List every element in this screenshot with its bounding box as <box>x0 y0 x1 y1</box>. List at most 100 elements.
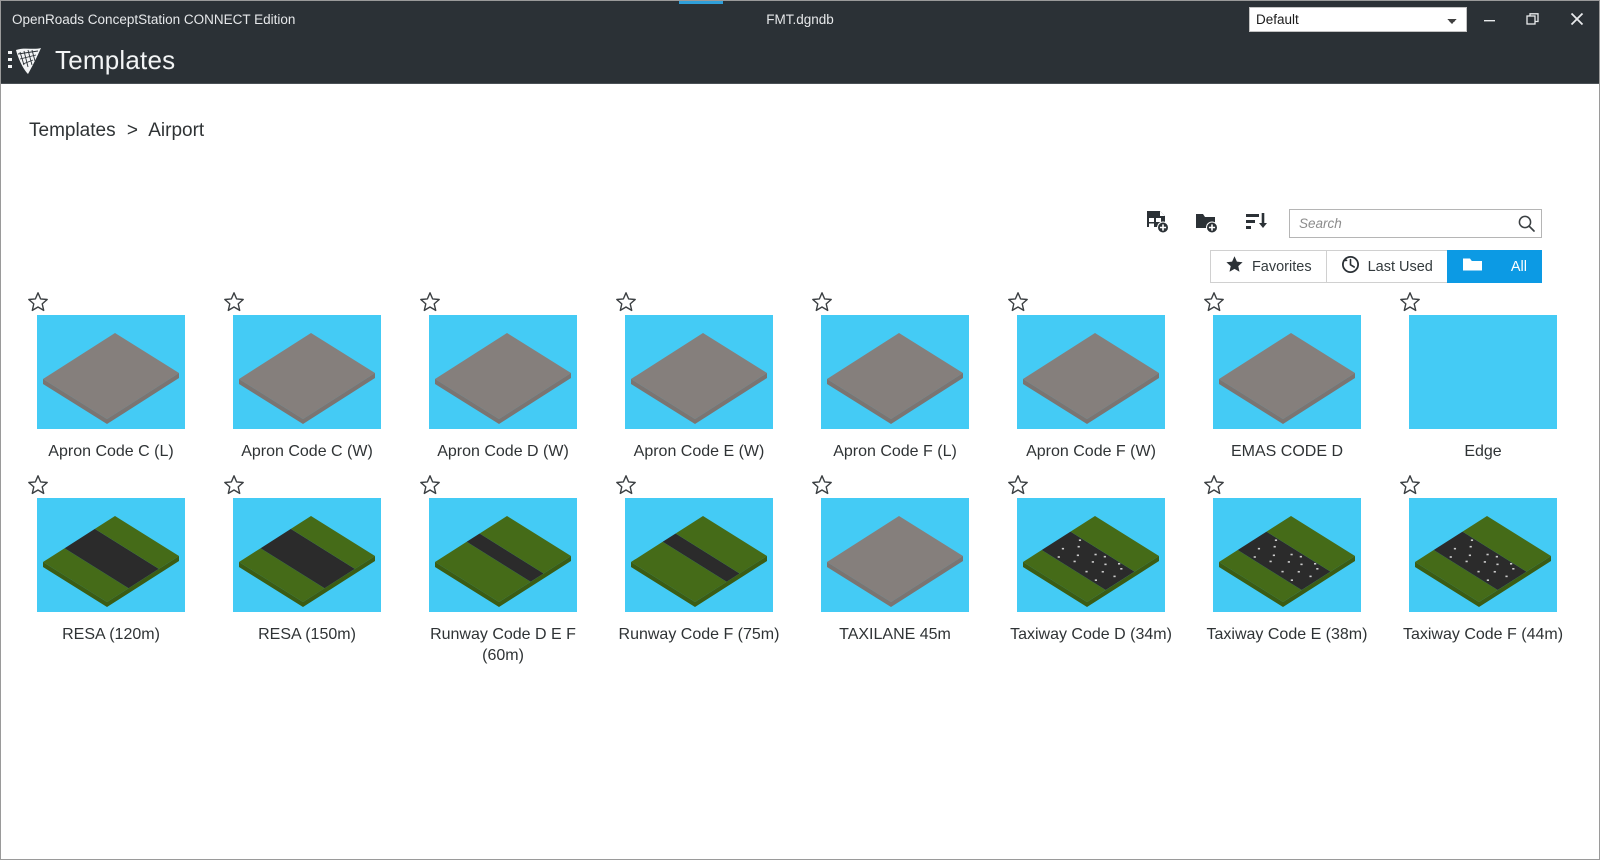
template-thumbnail[interactable] <box>1017 315 1165 429</box>
favorite-star-icon[interactable] <box>221 289 393 315</box>
favorite-star-icon[interactable] <box>1397 472 1569 498</box>
template-tile-label: EMAS CODE D <box>1230 443 1343 460</box>
template-tile[interactable]: RESA (150m) <box>221 472 393 666</box>
favorite-star-icon[interactable] <box>417 289 589 315</box>
title-bar: OpenRoads ConceptStation CONNECT Edition… <box>1 1 1599 37</box>
template-tile[interactable]: Taxiway Code D (34m) <box>1005 472 1177 666</box>
favorite-star-icon[interactable] <box>809 289 981 315</box>
page-title: Templates <box>55 44 176 75</box>
template-tile-label: TAXILANE 45m <box>839 626 951 643</box>
template-tile[interactable]: Apron Code C (W) <box>221 289 393 462</box>
template-tile-label: Runway Code D E F (60m) <box>430 626 576 664</box>
filter-favorites-label: Favorites <box>1251 258 1312 275</box>
folder-icon <box>1462 255 1483 278</box>
new-folder-icon[interactable] <box>1193 208 1221 236</box>
new-template-icon[interactable] <box>1143 208 1171 236</box>
template-thumbnail[interactable] <box>821 498 969 612</box>
favorite-star-icon[interactable] <box>1397 289 1569 315</box>
template-tile[interactable]: TAXILANE 45m <box>809 472 981 666</box>
template-thumbnail[interactable] <box>37 315 185 429</box>
template-thumbnail[interactable] <box>429 315 577 429</box>
favorite-star-icon[interactable] <box>1201 289 1373 315</box>
template-tile[interactable]: Edge <box>1397 289 1569 462</box>
minimize-button[interactable] <box>1467 1 1511 37</box>
content-area: Templates > Airport Search Favorites Las… <box>1 84 1599 858</box>
template-flag-icon <box>5 42 47 78</box>
application-name: OpenRoads ConceptStation CONNECT Edition <box>12 11 296 27</box>
template-tile-grid: Apron Code C (L) Apron Code C (W) Apron Co… <box>1 289 1599 676</box>
template-thumbnail[interactable] <box>37 498 185 612</box>
favorite-star-icon[interactable] <box>25 472 197 498</box>
template-tile-label: Taxiway Code E (38m) <box>1206 626 1368 643</box>
filter-last-used-button[interactable]: Last Used <box>1325 250 1447 283</box>
history-clock-icon <box>1341 255 1360 278</box>
filter-favorites-button[interactable]: Favorites <box>1209 250 1326 283</box>
application-window: OpenRoads ConceptStation CONNECT Edition… <box>0 0 1600 860</box>
template-tile[interactable]: EMAS CODE D <box>1201 289 1373 462</box>
search-box[interactable] <box>1289 209 1542 238</box>
template-tile-label: Apron Code C (L) <box>48 443 174 460</box>
template-thumbnail[interactable] <box>233 315 381 429</box>
favorite-star-icon[interactable] <box>1005 289 1177 315</box>
template-thumbnail[interactable] <box>1017 498 1165 612</box>
favorite-star-icon[interactable] <box>809 472 981 498</box>
breadcrumb-current[interactable]: Airport <box>148 120 204 141</box>
template-tile-label: Apron Code F (L) <box>833 443 957 460</box>
template-tile-label: Taxiway Code F (44m) <box>1402 626 1564 643</box>
template-tile[interactable]: RESA (120m) <box>25 472 197 666</box>
template-thumbnail[interactable] <box>1213 498 1361 612</box>
restore-icon <box>1526 12 1540 26</box>
template-tile[interactable]: Apron Code F (L) <box>809 289 981 462</box>
breadcrumb-separator: > <box>126 120 138 141</box>
close-button[interactable] <box>1555 1 1599 37</box>
favorite-star-icon[interactable] <box>613 289 785 315</box>
template-thumbnail[interactable] <box>429 498 577 612</box>
favorite-star-icon[interactable] <box>1005 472 1177 498</box>
sort-descending-icon[interactable] <box>1243 208 1271 236</box>
template-tile-label: Apron Code F (W) <box>1026 443 1156 460</box>
template-tile[interactable]: Apron Code E (W) <box>613 289 785 462</box>
page-header-bar: Templates <box>1 37 1599 84</box>
template-thumbnail[interactable] <box>821 315 969 429</box>
template-tile[interactable]: Runway Code F (75m) <box>613 472 785 666</box>
search-input[interactable] <box>1290 215 1511 232</box>
favorite-star-icon[interactable] <box>221 472 393 498</box>
favorite-star-icon[interactable] <box>25 289 197 315</box>
template-thumbnail[interactable] <box>1409 315 1557 429</box>
template-thumbnail[interactable] <box>625 315 773 429</box>
template-tile[interactable]: Apron Code D (W) <box>417 289 589 462</box>
template-tile-label: Apron Code C (W) <box>241 443 373 460</box>
close-icon <box>1570 12 1584 26</box>
template-thumbnail[interactable] <box>625 498 773 612</box>
template-tile[interactable]: Taxiway Code E (38m) <box>1201 472 1373 666</box>
template-tile-label: Apron Code E (W) <box>633 443 765 460</box>
filter-all-button[interactable]: All <box>1446 250 1542 283</box>
restore-button[interactable] <box>1511 1 1555 37</box>
template-tile-label: RESA (150m) <box>258 626 356 643</box>
filter-last-used-label: Last Used <box>1367 258 1433 275</box>
template-tile[interactable]: Taxiway Code F (44m) <box>1397 472 1569 666</box>
favorite-star-icon[interactable] <box>417 472 589 498</box>
document-name: FMT.dgndb <box>766 11 834 27</box>
template-thumbnail[interactable] <box>233 498 381 612</box>
template-tile-label: RESA (120m) <box>62 626 160 643</box>
star-filled-icon <box>1225 255 1244 278</box>
breadcrumb-root[interactable]: Templates <box>29 120 116 141</box>
favorite-star-icon[interactable] <box>613 472 785 498</box>
template-thumbnail[interactable] <box>1213 315 1361 429</box>
breadcrumb: Templates > Airport <box>29 120 204 142</box>
template-tile[interactable]: Apron Code F (W) <box>1005 289 1177 462</box>
template-tile[interactable]: Runway Code D E F (60m) <box>417 472 589 666</box>
profile-dropdown[interactable]: Default <box>1249 6 1467 32</box>
template-thumbnail[interactable] <box>1409 498 1557 612</box>
minimize-icon <box>1483 13 1496 26</box>
template-tile-label: Edge <box>1464 443 1502 460</box>
filter-all-label: All <box>1510 258 1527 275</box>
template-tile-label: Runway Code F (75m) <box>618 626 780 643</box>
search-icon[interactable] <box>1511 210 1541 237</box>
template-tile[interactable]: Apron Code C (L) <box>25 289 197 462</box>
filter-button-group: Favorites Last Used All <box>1209 250 1542 283</box>
favorite-star-icon[interactable] <box>1201 472 1373 498</box>
title-bar-right-group: Default <box>1249 1 1599 37</box>
template-tile-label: Apron Code D (W) <box>437 443 569 460</box>
